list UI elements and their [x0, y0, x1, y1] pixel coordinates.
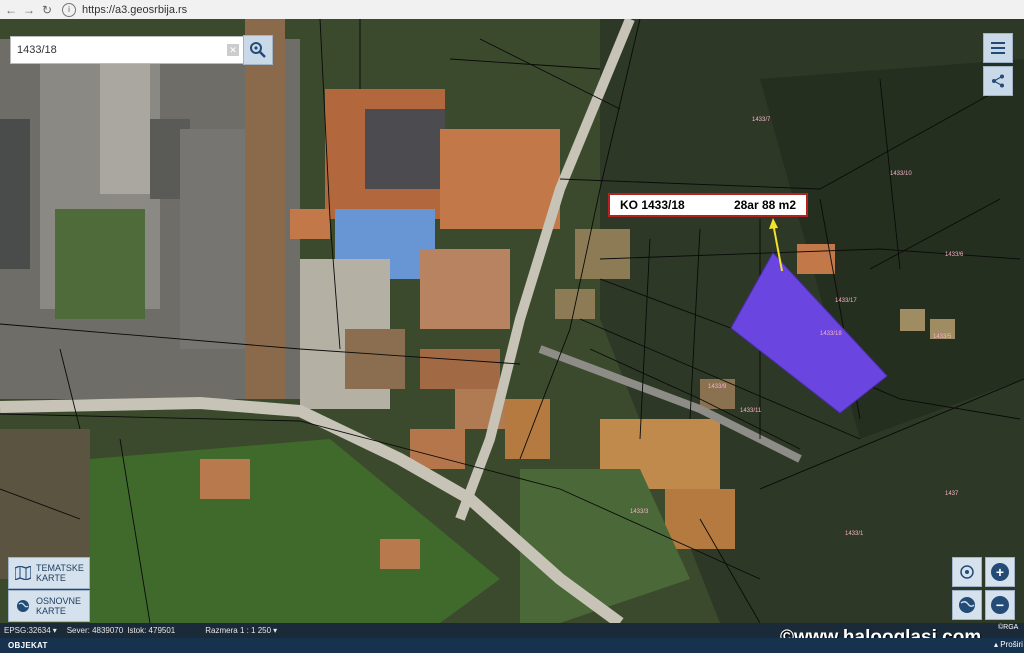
parcel-label: 1433/5 [933, 334, 952, 340]
menu-button[interactable] [983, 33, 1013, 63]
search-input[interactable]: 1433/18 ✕ [10, 36, 244, 64]
bottom-bar: OBJEKAT [0, 638, 1024, 653]
crosshair-icon [960, 565, 974, 579]
chevron-down-icon: ▾ [52, 626, 57, 635]
osnovne-label: OSNOVNE KARTE [36, 596, 82, 616]
forward-icon[interactable]: → [22, 3, 36, 17]
parcel-label: 1433/3 [630, 509, 649, 515]
browser-bar: ← → ↻ i https://a3.geosrbija.rs [0, 0, 1024, 20]
map-icon [14, 565, 32, 581]
search-button[interactable] [243, 35, 273, 65]
east-coordinate: Istok: 479501 [127, 626, 176, 635]
minus-icon: − [991, 596, 1009, 614]
expand-button[interactable]: ▴ Proširi [994, 640, 1023, 649]
share-icon [992, 74, 1004, 88]
parcel-label: 1433/10 [890, 171, 912, 177]
globe-icon [14, 598, 32, 614]
osnovne-karte-button[interactable]: OSNOVNE KARTE [8, 590, 90, 622]
reload-icon[interactable]: ↻ [40, 3, 54, 17]
hamburger-icon [991, 42, 1005, 54]
parcel-callout: KO 1433/18 28ar 88 m2 [608, 193, 808, 217]
north-coordinate: Sever: 4839070 [66, 626, 124, 635]
globe-icon [959, 597, 975, 613]
chevron-down-icon: ▾ [273, 626, 278, 635]
parcel-label: 1433/6 [945, 252, 964, 258]
back-icon[interactable]: ← [4, 3, 18, 17]
callout-area: 28ar 88 m2 [733, 198, 796, 212]
epsg-select[interactable]: EPSG:32634 [4, 626, 51, 635]
expand-label: Proširi [1000, 640, 1023, 649]
map-canvas[interactable]: 1433/7 1433/18 1433/17 1433/6 1433/10 14… [0, 19, 1024, 623]
basemap-globe-button[interactable] [952, 590, 982, 620]
plus-icon: + [991, 563, 1009, 581]
callout-parcel: KO 1433/18 [620, 198, 685, 212]
chevron-up-icon: ▴ [994, 640, 999, 649]
zoom-out-button[interactable]: − [985, 590, 1015, 620]
address-bar[interactable]: https://a3.geosrbija.rs [82, 4, 187, 16]
search-value: 1433/18 [17, 44, 57, 56]
zoom-in-button[interactable]: + [985, 557, 1015, 587]
satellite-imagery [0, 19, 1024, 623]
clear-icon[interactable]: ✕ [227, 44, 239, 56]
tematske-karte-button[interactable]: TEMATSKE KARTE [8, 557, 90, 589]
share-button[interactable] [983, 66, 1013, 96]
parcel-label: 1437 [945, 491, 959, 497]
parcel-label: 1433/7 [752, 117, 771, 123]
parcel-label: 1433/1 [845, 531, 864, 537]
tab-objekat[interactable]: OBJEKAT [8, 641, 48, 650]
parcel-label: 1433/11 [740, 408, 762, 414]
copyright-label: ©RGA [998, 624, 1019, 631]
search-location-icon [250, 42, 266, 58]
parcel-label: 1433/17 [835, 298, 857, 304]
tematske-label: TEMATSKE KARTE [36, 563, 84, 583]
locate-button[interactable] [952, 557, 982, 587]
scale-select[interactable]: Razmera 1 : 1 250 [205, 626, 271, 635]
info-icon[interactable]: i [62, 2, 76, 17]
parcel-label: 1433/9 [708, 384, 727, 390]
parcel-label: 1433/18 [820, 331, 842, 337]
